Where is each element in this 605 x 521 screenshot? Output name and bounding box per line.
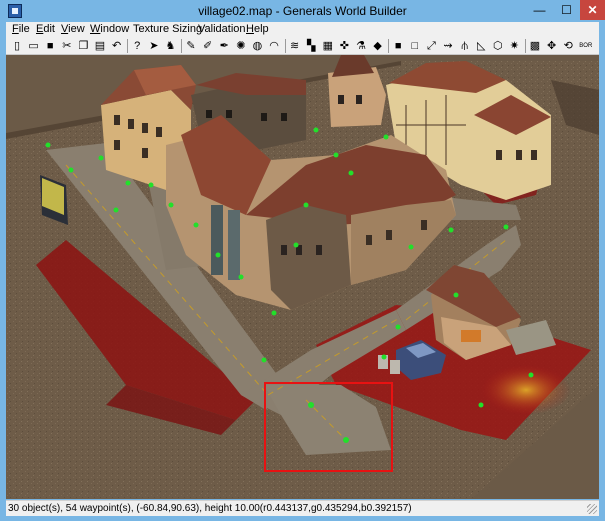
save-icon[interactable]: ■ [43,39,57,53]
paste-icon[interactable]: ▤ [93,39,107,53]
move-tool-icon[interactable]: ✥ [545,39,559,53]
menu-file-rest: ile [18,23,30,35]
water-icon[interactable]: ≋ [288,39,302,53]
toolbar-separator [284,39,286,53]
close-button[interactable]: ✕ [580,0,605,20]
title-bar[interactable]: village02.map - Generals World Builder —… [0,0,605,22]
status-bar: 30 object(s), 54 waypoint(s), (-60.84,90… [6,500,599,516]
app-window: village02.map - Generals World Builder —… [0,0,605,521]
menu-edit-rest: dit [43,23,55,35]
toolbar-separator [181,39,182,53]
select-arrow-icon[interactable]: ➤ [147,39,161,53]
menu-bar: File Edit View Window Texture Sizing Val… [6,22,599,37]
menu-validation[interactable]: Validation [198,23,246,35]
menu-edit[interactable]: Edit [36,23,55,35]
copy-icon[interactable]: ❐ [76,39,90,53]
toolbar-separator [388,39,390,53]
menu-window-accel: W [90,23,101,35]
menu-help[interactable]: Help [246,23,269,35]
minimize-button[interactable]: — [526,0,553,20]
menu-window[interactable]: Window [90,23,129,35]
maximize-button[interactable]: ☐ [553,0,580,20]
road-tool-icon[interactable]: ⤢ [424,39,438,53]
menu-window-rest: indow [100,23,130,35]
rotate-tool-icon[interactable]: ⟲ [561,39,575,53]
menu-file-accel: F [12,23,19,35]
brush-icon[interactable]: ✎ [184,39,198,53]
smooth-icon[interactable]: ✺ [234,39,248,53]
status-text: 30 object(s), 54 waypoint(s), (-60.84,90… [8,503,412,514]
menu-texture-sizing[interactable]: Texture Sizing [133,23,202,35]
help-pointer-icon[interactable]: ? [130,39,144,53]
resize-grip[interactable] [587,504,597,514]
undo-icon[interactable]: ↶ [110,39,124,53]
checker-tile-icon[interactable]: ▚ [304,39,318,53]
menu-view[interactable]: View [61,23,85,35]
toolbar-separator [525,39,526,53]
texture-blend-icon[interactable]: ◍ [250,39,264,53]
grid-icon[interactable]: ▩ [528,39,542,53]
square-outline-icon[interactable]: □ [408,39,422,53]
menu-view-rest: iew [68,23,85,35]
menu-help-rest: elp [253,23,269,35]
height-map-icon[interactable]: ◠ [267,39,281,53]
brush-alt-icon[interactable]: ✐ [201,39,215,53]
map-viewport[interactable] [6,55,599,499]
window-title: village02.map - Generals World Builder [198,4,407,18]
paint-bucket-icon[interactable]: ◆ [371,39,385,53]
open-folder-icon[interactable]: ▭ [27,39,41,53]
square-solid-icon[interactable]: ■ [391,39,405,53]
cut-icon[interactable]: ✂ [60,39,74,53]
map-canvas[interactable] [6,55,599,499]
object-place-icon[interactable]: ♞ [163,39,177,53]
ramp-icon[interactable]: ◺ [474,39,488,53]
toolbar-separator [127,39,129,53]
menu-help-accel: H [246,23,254,35]
fence-icon[interactable]: ⫛ [458,39,472,53]
pick-tile-icon[interactable]: ✜ [337,39,351,53]
area-tool-icon[interactable]: ⬡ [491,39,505,53]
feather-brush-icon[interactable]: ✒ [217,39,231,53]
toolbar: ▯ ▭ ■ ✂ ❐ ▤ ↶? ➤ ♞ ✎ ✐ ✒ ✺ ◍ ◠ ≋ ▚ ▦ ✜ ⚗ ◆ ■ □ ⤢ ⇝ ⫛ ◺ ⬡ ✷ ▩ ✥ ⟲ BOR [6,37,599,55]
tile-fill-icon[interactable]: ▦ [321,39,335,53]
eyedropper-icon[interactable]: ⚗ [354,39,368,53]
new-file-icon[interactable]: ▯ [10,39,24,53]
waypoint-path-icon[interactable]: ⇝ [441,39,455,53]
scorch-icon[interactable]: ✷ [507,39,521,53]
menu-file[interactable]: File [12,23,30,35]
border-tool-icon[interactable]: BOR [578,39,594,53]
fire-glow [481,365,571,415]
